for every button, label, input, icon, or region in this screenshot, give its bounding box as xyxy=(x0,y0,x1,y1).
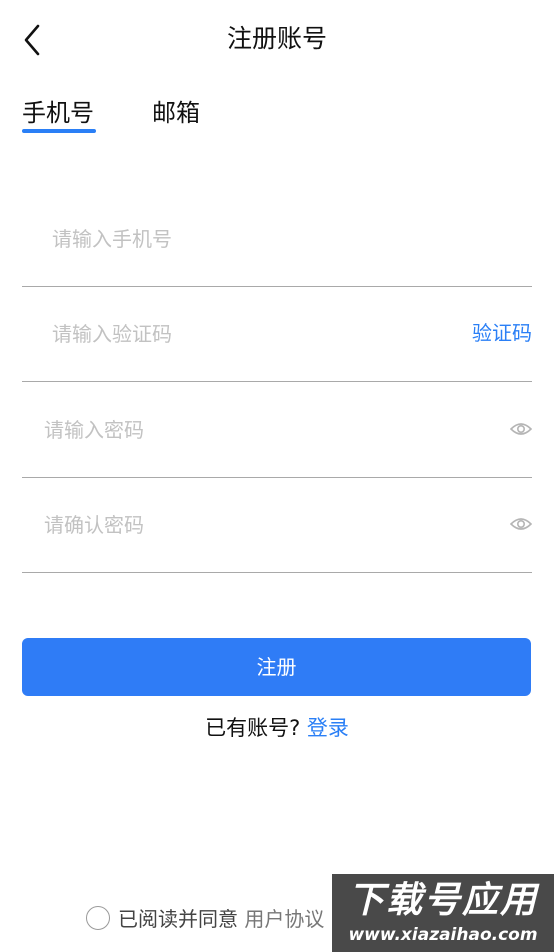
get-code-button[interactable]: 验证码 xyxy=(472,286,532,381)
verification-code-input[interactable] xyxy=(52,286,452,381)
page-title: 注册账号 xyxy=(226,24,327,53)
agreement-text: 已阅读并同意 xyxy=(118,907,238,931)
confirm-password-input[interactable] xyxy=(44,477,464,572)
eye-icon[interactable] xyxy=(510,515,532,533)
confirm-password-field xyxy=(22,477,532,573)
eye-icon[interactable] xyxy=(510,420,532,438)
code-field: 验证码 xyxy=(22,286,532,382)
phone-input[interactable] xyxy=(52,191,452,286)
active-tab-indicator xyxy=(22,129,96,133)
phone-field xyxy=(22,191,532,287)
agreement-text-line: 已阅读并同意 用户协议 xyxy=(118,904,324,934)
login-prompt-line: 已有账号? 登录 xyxy=(0,712,554,744)
password-input[interactable] xyxy=(44,382,464,477)
login-prompt: 已有账号? xyxy=(205,716,301,740)
login-link[interactable]: 登录 xyxy=(307,716,349,740)
user-agreement-link[interactable]: 用户协议 xyxy=(244,907,324,931)
tab-email[interactable]: 邮箱 xyxy=(152,96,200,130)
watermark: 下载号应用 www.xiazaihao.com xyxy=(332,874,554,952)
radio-circle-icon[interactable] xyxy=(86,906,110,930)
header: 注册账号 xyxy=(0,0,554,80)
watermark-url: www.xiazaihao.com xyxy=(348,925,538,945)
tab-phone[interactable]: 手机号 xyxy=(22,96,94,130)
watermark-logo-text: 下载号应用 xyxy=(347,880,538,921)
password-field xyxy=(22,382,532,478)
register-button[interactable]: 注册 xyxy=(22,638,531,696)
